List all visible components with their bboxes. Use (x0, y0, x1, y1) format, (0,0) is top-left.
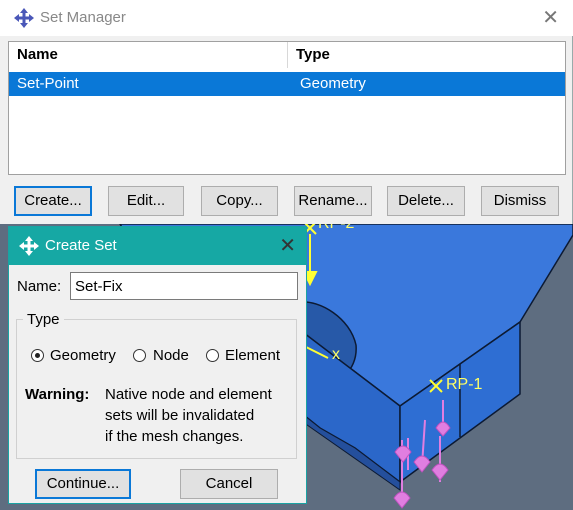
warning-line: sets will be invalidated (105, 407, 255, 424)
rename-button[interactable]: Rename... (294, 186, 372, 216)
copy-button[interactable]: Copy... (201, 186, 278, 216)
dismiss-button[interactable]: Dismiss (481, 186, 559, 216)
type-legend: Type (23, 311, 64, 328)
create-set-title: Create Set (45, 237, 117, 254)
table-row[interactable]: Set-Point Geometry (9, 72, 565, 96)
edit-button[interactable]: Edit... (108, 186, 184, 216)
geometry-radio[interactable] (31, 349, 44, 362)
continue-button[interactable]: Continue... (35, 469, 131, 499)
element-option-label[interactable]: Element (225, 347, 280, 364)
set-manager-titlebar[interactable]: Set Manager ✕ (0, 0, 573, 36)
set-table: Name Type Set-Point Geometry (8, 41, 566, 175)
node-radio[interactable] (133, 349, 146, 362)
warning-label: Warning: (25, 386, 90, 403)
warning-line: Native node and element (105, 386, 272, 403)
name-input[interactable] (70, 272, 298, 300)
rp1-label: RP-1 (446, 376, 483, 393)
move-icon (19, 236, 39, 256)
close-icon[interactable]: ✕ (542, 8, 559, 28)
geometry-option-label[interactable]: Geometry (50, 347, 116, 364)
delete-button[interactable]: Delete... (387, 186, 465, 216)
row-name-cell: Set-Point (17, 75, 79, 92)
create-set-titlebar[interactable]: Create Set ✕ (9, 227, 306, 265)
name-label: Name: (17, 278, 62, 295)
warning-line: if the mesh changes. (105, 428, 244, 445)
move-icon (14, 8, 34, 28)
node-option-label[interactable]: Node (153, 347, 189, 364)
close-icon[interactable]: ✕ (279, 236, 296, 256)
cancel-button[interactable]: Cancel (180, 469, 278, 499)
table-header: Name Type (9, 42, 565, 68)
set-manager-title: Set Manager (40, 9, 126, 26)
create-set-dialog: Create Set ✕ Name: Type Geometry Node El… (8, 226, 307, 504)
column-header-type[interactable]: Type (288, 42, 565, 68)
column-header-name[interactable]: Name (9, 42, 288, 68)
set-manager-dialog: Set Manager ✕ Name Type Set-Point Geomet… (0, 0, 573, 224)
row-type-cell: Geometry (300, 75, 366, 92)
element-radio[interactable] (206, 349, 219, 362)
axis-x-label: x (332, 346, 340, 363)
create-button[interactable]: Create... (14, 186, 92, 216)
